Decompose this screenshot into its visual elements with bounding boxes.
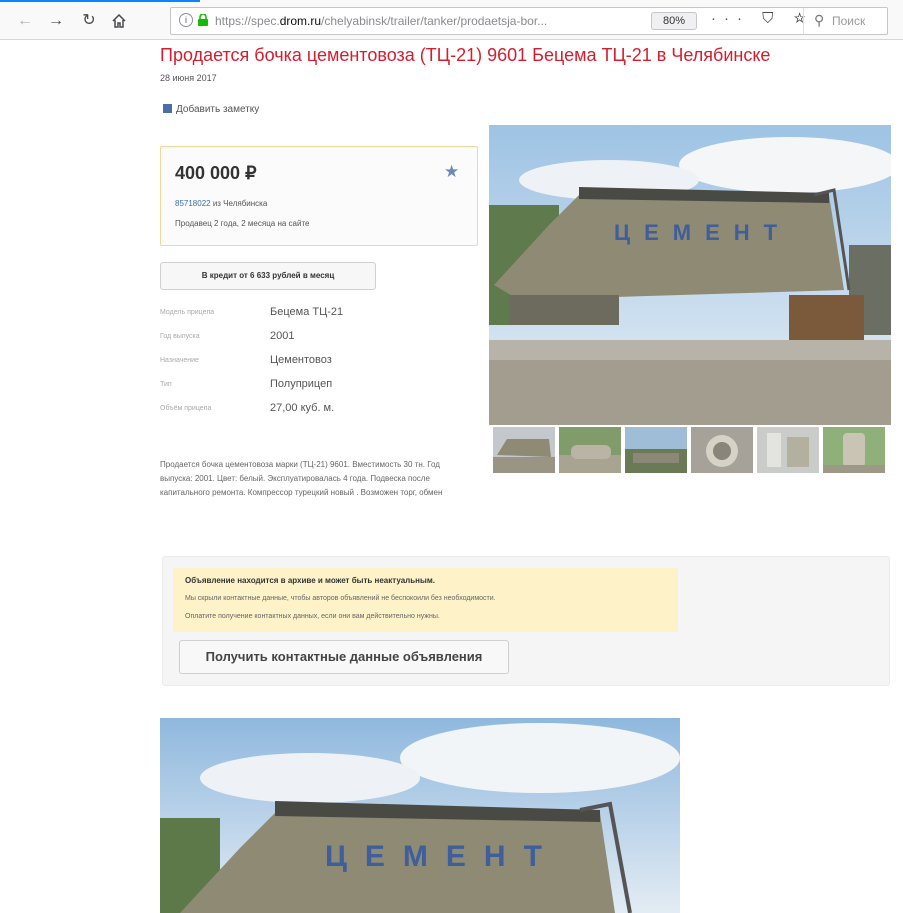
info-icon[interactable]: i — [179, 13, 193, 27]
zoom-indicator[interactable]: 80% — [651, 12, 697, 30]
thumbnail[interactable] — [823, 427, 885, 473]
url-bar[interactable]: i https://spec.drom.ru/chelyabinsk/trail… — [170, 7, 888, 35]
reload-icon: ↻ — [82, 12, 96, 29]
listing-date: 28 июня 2017 — [160, 73, 217, 83]
active-tab-indicator — [0, 0, 200, 2]
thumbnail[interactable] — [691, 427, 753, 473]
url-host: drom.ru — [279, 14, 322, 28]
url-text[interactable]: https://spec.drom.ru/chelyabinsk/trailer… — [215, 14, 643, 28]
spec-label: Объём прицепа — [160, 405, 212, 412]
spec-label: Тип — [160, 381, 172, 388]
main-photo[interactable]: ЦЕМЕНТ — [489, 125, 891, 425]
spec-value: Цементовоз — [270, 354, 332, 366]
thumbnail[interactable] — [559, 427, 621, 473]
thumbnail-strip — [493, 427, 887, 473]
seller-line: 85718022 из Челябинска — [175, 199, 267, 208]
thumbnail[interactable] — [493, 427, 555, 473]
spec-row: Модель прицепа Бецема ТЦ-21 — [160, 305, 480, 329]
svg-text:ЦЕМЕНТ: ЦЕМЕНТ — [325, 840, 560, 873]
credit-button[interactable]: В кредит от 6 633 рублей в месяц — [160, 262, 376, 290]
get-contacts-button[interactable]: Получить контактные данные объявления — [179, 640, 509, 674]
star-icon[interactable]: ★ — [444, 162, 459, 182]
large-photo[interactable]: ЦЕМЕНТ — [160, 718, 680, 913]
lock-icon — [198, 14, 208, 26]
spec-label: Модель прицепа — [160, 309, 215, 316]
spec-value: 27,00 куб. м. — [270, 402, 335, 414]
note-icon — [163, 104, 172, 113]
forward-button[interactable]: → — [45, 10, 67, 32]
spec-label: Назначение — [160, 357, 199, 364]
spec-row: Тип Полуприцеп — [160, 377, 480, 401]
notice-text: Мы скрыли контактные данные, чтобы автор… — [185, 595, 496, 602]
spec-label: Год выпуска — [160, 333, 200, 340]
search-icon: ⚲ — [814, 12, 825, 28]
listing-description: Продается бочка цементовоза марки (ТЦ-21… — [160, 460, 443, 497]
archive-panel: Объявление находится в архиве и может бы… — [162, 556, 890, 686]
spec-value: 2001 — [270, 330, 295, 342]
search-input[interactable]: ⚲ Поиск — [803, 8, 889, 34]
price-card: 400 000 ₽ ★ 85718022 из Челябинска Прода… — [160, 146, 478, 246]
archive-notice: Объявление находится в архиве и может бы… — [173, 568, 678, 632]
seller-link[interactable]: 85718022 — [175, 199, 211, 208]
notice-title: Объявление находится в архиве и может бы… — [185, 576, 435, 585]
arrow-right-icon: → — [48, 12, 64, 29]
browser-toolbar: ← → ↻ i https://spec.drom.ru/chelyabinsk… — [0, 0, 903, 40]
notice-text: Оплатите получение контактных данных, ес… — [185, 613, 440, 620]
spec-value: Бецема ТЦ-21 — [270, 306, 344, 318]
spec-row: Объём прицепа 27,00 куб. м. — [160, 401, 480, 425]
url-path: /chelyabinsk/trailer/tanker/prodaetsja-b… — [321, 14, 548, 28]
svg-text:ЦЕМЕНТ: ЦЕМЕНТ — [614, 220, 791, 245]
specs-list: Модель прицепа Бецема ТЦ-21 Год выпуска … — [160, 305, 480, 425]
price: 400 000 ₽ — [175, 163, 257, 183]
back-button[interactable]: ← — [14, 10, 36, 32]
thumbnail[interactable] — [625, 427, 687, 473]
thumbnail[interactable] — [757, 427, 819, 473]
seller-age: Продавец 2 года, 2 месяца на сайте — [175, 219, 310, 228]
page-actions-icons[interactable]: ··· ⛉ ☆ — [711, 10, 814, 27]
page-title: Продается бочка цементовоза (ТЦ-21) 9601… — [160, 45, 771, 65]
add-note-link[interactable]: Добавить заметку — [163, 104, 259, 115]
add-note-label: Добавить заметку — [176, 104, 260, 115]
home-button[interactable] — [108, 10, 130, 32]
arrow-left-icon: ← — [17, 12, 33, 29]
spec-row: Назначение Цементовоз — [160, 353, 480, 377]
spec-row: Год выпуска 2001 — [160, 329, 480, 353]
reload-button[interactable]: ↻ — [78, 10, 100, 32]
url-prefix: https://spec. — [215, 14, 280, 28]
spec-value: Полуприцеп — [270, 378, 333, 390]
seller-city: из Челябинска — [210, 199, 268, 208]
home-icon — [112, 13, 126, 28]
search-placeholder: Поиск — [832, 14, 866, 28]
